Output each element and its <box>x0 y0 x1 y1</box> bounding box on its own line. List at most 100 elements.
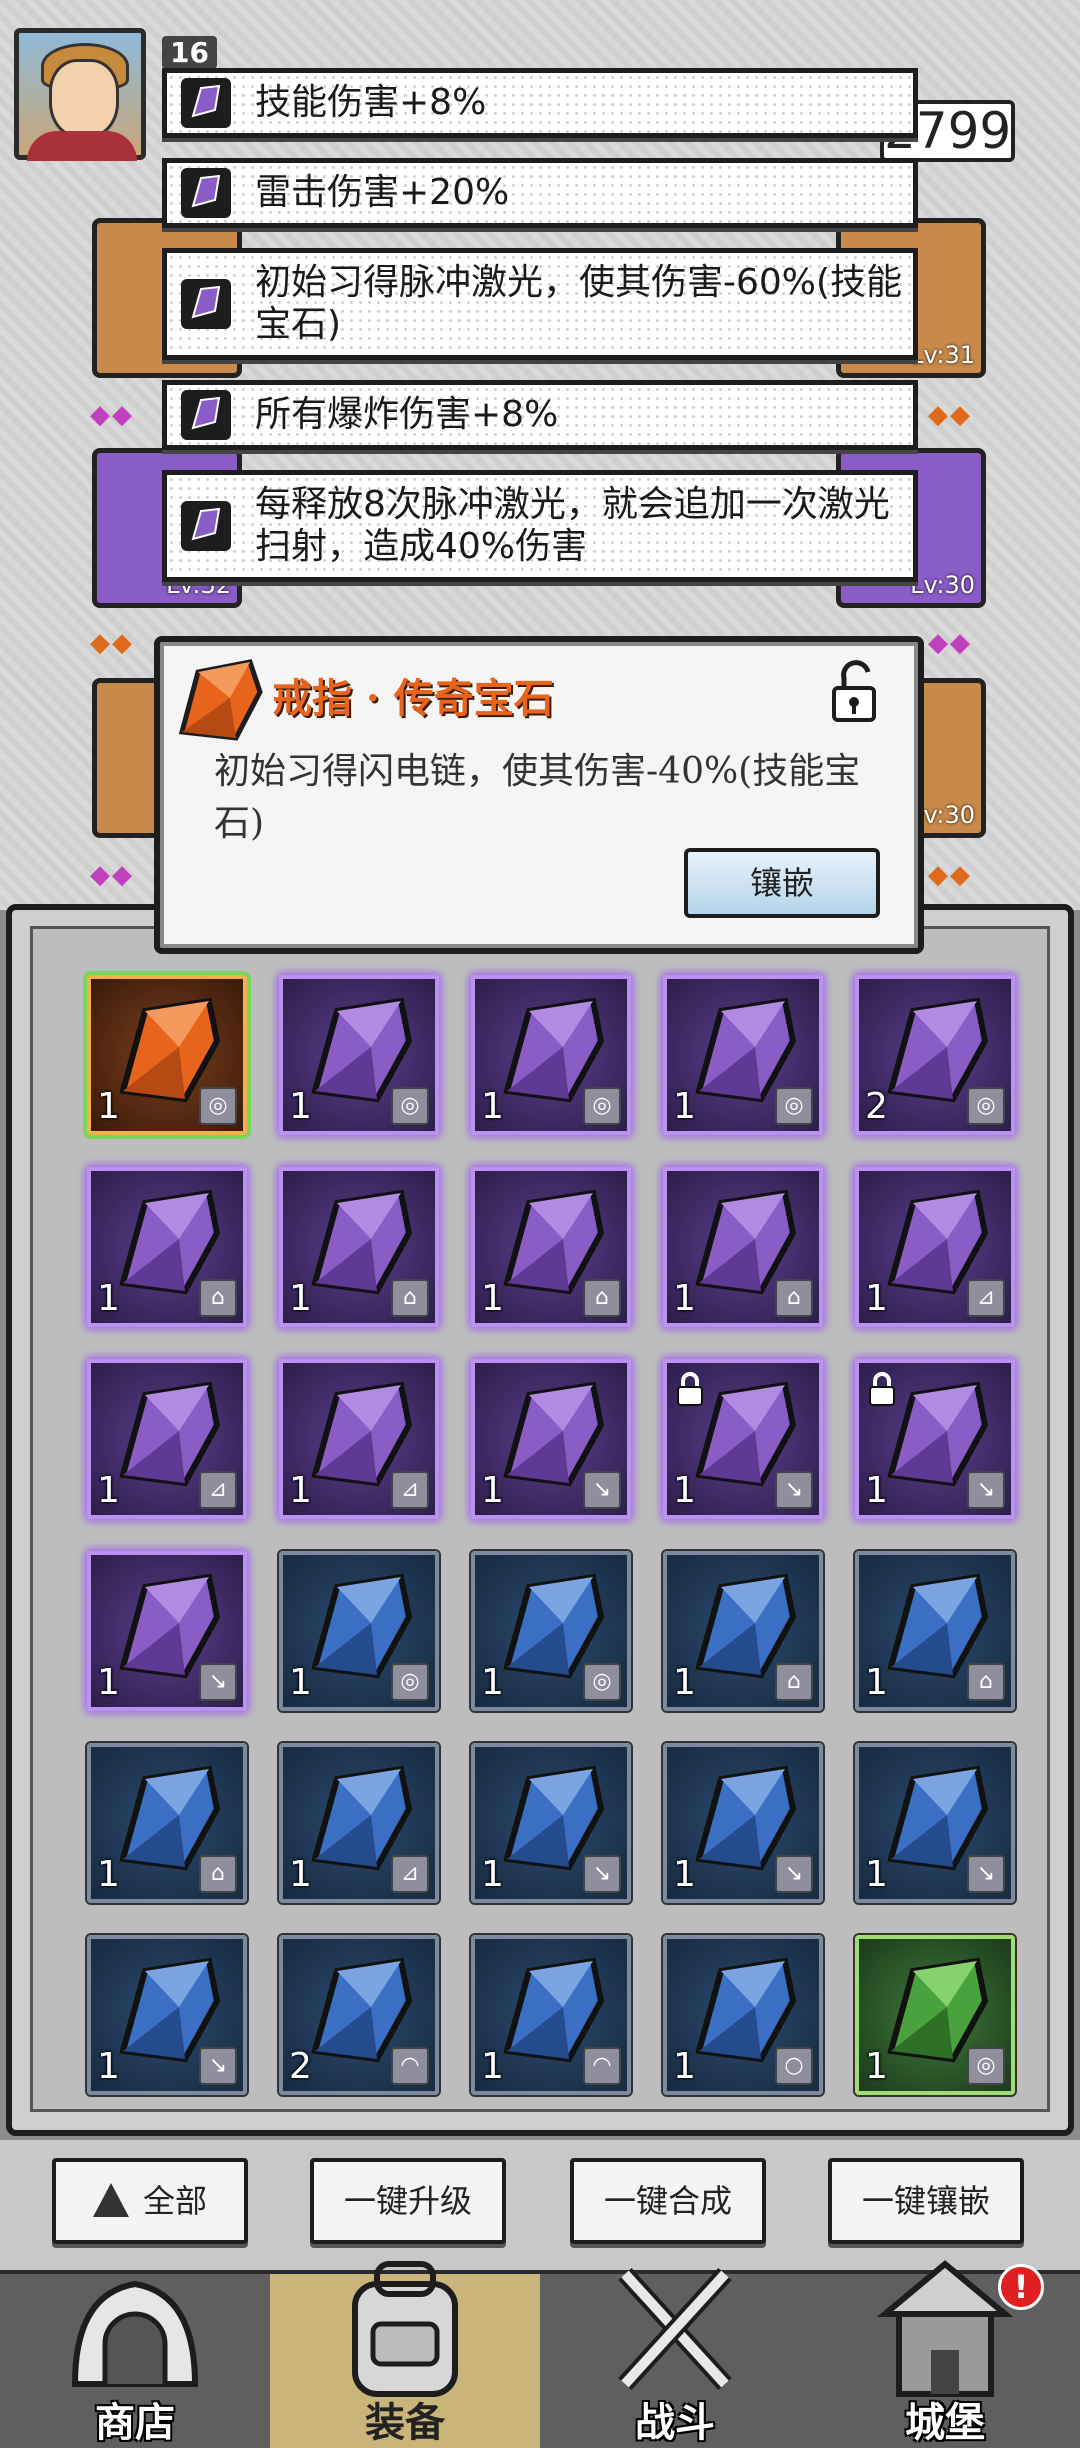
gem-cell[interactable]: 1 ◠ <box>471 1935 631 2095</box>
merge-all-button[interactable]: 一键合成 <box>570 2158 766 2244</box>
gem-cell[interactable]: 1 ⌂ <box>855 1551 1015 1711</box>
gem-cell[interactable]: 2 ◠ <box>279 1935 439 2095</box>
armor-slot-icon: ⌂ <box>775 1279 813 1317</box>
gem-cell[interactable]: 1 ⊿ <box>87 1359 247 1519</box>
gem-cell[interactable]: 1 ↘ <box>855 1359 1015 1519</box>
gem-count: 1 <box>673 1278 696 1319</box>
gem-cell[interactable]: 1 ↘ <box>855 1743 1015 1903</box>
inlay-button[interactable]: 镶嵌 <box>684 848 880 918</box>
gem-cell[interactable]: 1 ◎ <box>279 1551 439 1711</box>
player-avatar[interactable] <box>14 28 146 161</box>
nav-shop[interactable]: 商店 <box>0 2274 270 2448</box>
purple-gem-icon <box>181 279 231 329</box>
gem-cell[interactable]: 1 ⌂ <box>279 1167 439 1327</box>
weapon-slot-icon: ↘ <box>199 2047 237 2085</box>
gem-count: 1 <box>673 1854 696 1895</box>
nav-castle-label: 城堡 <box>905 2400 985 2446</box>
armor-slot-icon: ⌂ <box>199 1855 237 1893</box>
gem-cell[interactable]: 1 ◎ <box>279 975 439 1135</box>
inventory-scroll-area[interactable]: 1 ◎ 1 ◎ 1 ◎ 1 ◎ 2 ◎ 1 ⌂ 1 ⌂ 1 ⌂ 1 ⌂ 1 ⊿ … <box>30 926 1050 2112</box>
boots-slot-icon: ⊿ <box>391 1471 429 1509</box>
gem-cell[interactable]: 1 ⌂ <box>87 1743 247 1903</box>
gem-cell[interactable]: 1 ↘ <box>87 1551 247 1711</box>
gem-count: 1 <box>289 1662 312 1703</box>
weapon-slot-icon: ↘ <box>775 1855 813 1893</box>
nav-shop-label: 商店 <box>95 2400 175 2446</box>
inlay-all-button[interactable]: 一键镶嵌 <box>828 2158 1024 2244</box>
avatar-face <box>49 59 119 139</box>
purple-gem-icon <box>181 501 231 551</box>
gem-cell[interactable]: 1 ↘ <box>87 1935 247 2095</box>
player-level: 16 <box>162 36 217 69</box>
filter-triangle-icon <box>92 2182 129 2217</box>
legendary-gem-icon <box>178 659 263 741</box>
equip-level: Lv:31 <box>910 341 975 369</box>
unlock-icon[interactable] <box>828 660 884 724</box>
gem-count: 1 <box>481 1470 504 1511</box>
gem-count: 1 <box>289 1854 312 1895</box>
nav-equipment-label: 装备 <box>365 2400 445 2446</box>
skill-text: 初始习得脉冲激光，使其伤害-60%(技能宝石) <box>255 262 903 345</box>
upgrade-all-button[interactable]: 一键升级 <box>310 2158 506 2244</box>
castle-alert-badge: ! <box>998 2264 1044 2310</box>
ring-slot-icon: ◎ <box>967 1087 1005 1125</box>
shop-tent-icon <box>71 2280 199 2387</box>
nav-castle[interactable]: ! 城堡 <box>810 2260 1080 2448</box>
ring-slot-icon: ◎ <box>967 2047 1005 2085</box>
gem-cell[interactable]: 1 ⌂ <box>663 1551 823 1711</box>
gem-count: 1 <box>865 1854 888 1895</box>
action-bar: 全部 一键升级 一键合成 一键镶嵌 <box>0 2140 1080 2270</box>
gem-cell[interactable]: 1 ◎ <box>87 975 247 1135</box>
gem-grid: 1 ◎ 1 ◎ 1 ◎ 1 ◎ 2 ◎ 1 ⌂ 1 ⌂ 1 ⌂ 1 ⌂ 1 ⊿ … <box>87 975 1043 2095</box>
gem-cell[interactable]: 1 ↘ <box>471 1743 631 1903</box>
necklace-slot-icon: ○ <box>775 2047 813 2085</box>
weapon-slot-icon: ↘ <box>775 1471 813 1509</box>
weapon-slot-icon: ↘ <box>583 1471 621 1509</box>
skill-text: 雷击伤害+20% <box>255 172 510 213</box>
armor-slot-icon: ⌂ <box>775 1663 813 1701</box>
gem-cell[interactable]: 1 ◎ <box>663 975 823 1135</box>
gem-cell[interactable]: 1 ⊿ <box>279 1359 439 1519</box>
ring-slot-icon: ◎ <box>583 1663 621 1701</box>
gem-count: 1 <box>673 1086 696 1127</box>
gem-count: 1 <box>673 1662 696 1703</box>
gem-cell[interactable]: 1 ⊿ <box>279 1743 439 1903</box>
gem-count: 2 <box>289 2046 312 2087</box>
gem-count: 1 <box>97 1278 120 1319</box>
gem-cell[interactable]: 1 ↘ <box>663 1743 823 1903</box>
gem-cell[interactable]: 1 ↘ <box>663 1359 823 1519</box>
nav-battle[interactable]: 战斗 <box>540 2267 810 2448</box>
ring-slot-icon: ◎ <box>391 1663 429 1701</box>
ring-slot-icon: ◎ <box>199 1087 237 1125</box>
filter-all-button[interactable]: 全部 <box>52 2158 248 2244</box>
gem-cell[interactable]: 1 ○ <box>663 1935 823 2095</box>
armor-slot-icon: ⌂ <box>391 1279 429 1317</box>
purple-gem-icon <box>181 78 231 128</box>
gem-cell[interactable]: 1 ◎ <box>471 975 631 1135</box>
ring-slot-icon: ◎ <box>775 1087 813 1125</box>
gem-cell[interactable]: 1 ⌂ <box>663 1167 823 1327</box>
gem-cell[interactable]: 1 ↘ <box>471 1359 631 1519</box>
crossed-swords-icon <box>618 2267 732 2391</box>
gem-cell[interactable]: 1 ⊿ <box>855 1167 1015 1327</box>
backpack-icon <box>352 2261 458 2397</box>
armor-slot-icon: ⌂ <box>967 1663 1005 1701</box>
weapon-slot-icon: ↘ <box>583 1855 621 1893</box>
gem-socket-diamonds: ◆◆ <box>928 628 972 658</box>
equip-level: Lv:30 <box>910 571 975 599</box>
weapon-slot-icon: ↘ <box>967 1471 1005 1509</box>
purple-gem-icon <box>181 168 231 218</box>
gem-cell[interactable]: 1 ◎ <box>855 1935 1015 2095</box>
gem-count: 1 <box>97 1854 120 1895</box>
gem-count: 1 <box>865 1470 888 1511</box>
gem-socket-diamonds: ◆◆ <box>928 400 972 430</box>
gem-cell[interactable]: 2 ◎ <box>855 975 1015 1135</box>
gem-inventory: 1 ◎ 1 ◎ 1 ◎ 1 ◎ 2 ◎ 1 ⌂ 1 ⌂ 1 ⌂ 1 ⌂ 1 ⊿ … <box>6 904 1074 2136</box>
gem-cell[interactable]: 1 ⌂ <box>471 1167 631 1327</box>
gem-cell[interactable]: 1 ⌂ <box>87 1167 247 1327</box>
gem-cell[interactable]: 1 ◎ <box>471 1551 631 1711</box>
nav-equipment[interactable]: 装备 <box>270 2261 540 2448</box>
gem-count: 1 <box>481 1278 504 1319</box>
gem-count: 1 <box>481 1662 504 1703</box>
skill-row: 雷击伤害+20% <box>162 158 918 228</box>
